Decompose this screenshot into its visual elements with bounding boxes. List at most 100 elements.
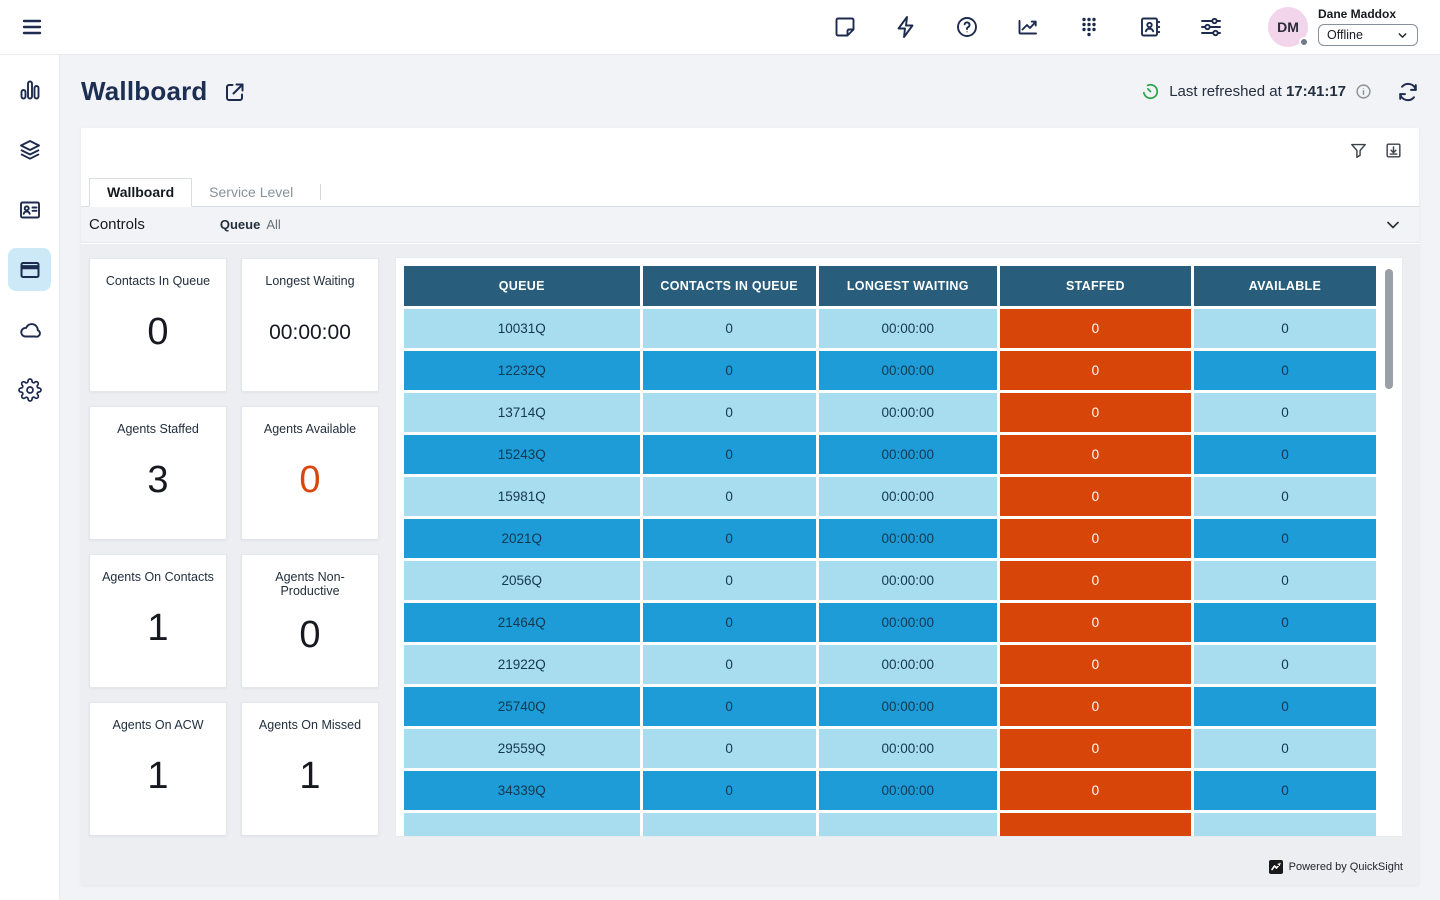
kpi-cards: Contacts In Queue0Longest Waiting00:00:0… (89, 258, 379, 885)
user-block: DM Dane Maddox Offline (1268, 7, 1418, 47)
table-cell: 0 (1000, 687, 1191, 726)
table-cell: 0 (643, 771, 816, 810)
auto-refresh-timer-icon (1141, 82, 1160, 101)
table-cell: 0 (1194, 687, 1376, 726)
table-cell: 0 (1000, 435, 1191, 474)
queue-name-cell: 34339Q (404, 771, 640, 810)
sidebar-item-contacts[interactable] (8, 188, 51, 231)
table-cell: 0 (1194, 351, 1376, 390)
external-link-icon[interactable] (223, 80, 247, 104)
note-icon[interactable] (833, 15, 857, 39)
table-cell: 00:00:00 (819, 519, 997, 558)
controls-collapse-chevron-icon[interactable] (1383, 215, 1403, 235)
table-cell: 0 (1194, 393, 1376, 432)
kpi-label: Agents On ACW (106, 718, 209, 732)
user-name: Dane Maddox (1318, 7, 1418, 21)
table-cell (643, 813, 816, 836)
kpi-label: Agents Available (258, 422, 362, 436)
kpi-card: Agents On ACW1 (89, 702, 227, 836)
queue-name-cell: 25740Q (404, 687, 640, 726)
queue-name-cell: 15981Q (404, 477, 640, 516)
queue-name-cell: 15243Q (404, 435, 640, 474)
queue-name-cell: 2021Q (404, 519, 640, 558)
cloud-icon (18, 318, 42, 342)
table-cell: 0 (1000, 309, 1191, 348)
status-select[interactable]: Offline (1318, 24, 1418, 46)
dialpad-icon[interactable] (1077, 15, 1101, 39)
filter-icon[interactable] (1349, 141, 1368, 160)
sidebar-item-cloud[interactable] (8, 308, 51, 351)
table-header-cell[interactable]: CONTACTS IN QUEUE (643, 266, 816, 306)
queue-filter[interactable]: Queue All (220, 217, 281, 232)
kpi-value: 1 (147, 584, 168, 687)
table-cell: 0 (1000, 351, 1191, 390)
avatar-initials: DM (1277, 19, 1299, 35)
queue-table: QUEUECONTACTS IN QUEUELONGEST WAITINGSTA… (404, 266, 1376, 836)
table-cell: 00:00:00 (819, 477, 997, 516)
table-header-cell[interactable]: AVAILABLE (1194, 266, 1376, 306)
table-cell: 0 (1000, 393, 1191, 432)
kpi-card: Agents Non-Productive0 (241, 554, 379, 688)
table-cell: 0 (1194, 309, 1376, 348)
page-header: Wallboard Last refreshed at 17:41:17 (60, 55, 1440, 128)
table-cell: 0 (1000, 477, 1191, 516)
sidebar-item-layers[interactable] (8, 128, 51, 171)
table-cell: 00:00:00 (819, 309, 997, 348)
table-cell: 0 (1000, 561, 1191, 600)
hamburger-menu-icon[interactable] (12, 7, 52, 47)
kpi-card: Longest Waiting00:00:00 (241, 258, 379, 392)
table-cell: 0 (643, 351, 816, 390)
avatar[interactable]: DM (1268, 7, 1308, 47)
chevron-down-icon (1396, 29, 1409, 42)
top-bar: DM Dane Maddox Offline (0, 0, 1440, 55)
sidebar-item-analytics[interactable] (8, 68, 51, 111)
queue-name-cell: 13714Q (404, 393, 640, 432)
contact-book-icon[interactable] (1138, 15, 1162, 39)
status-select-value: Offline (1327, 28, 1363, 42)
table-cell: 00:00:00 (819, 393, 997, 432)
lightning-icon[interactable] (894, 15, 918, 39)
table-header-cell[interactable]: QUEUE (404, 266, 640, 306)
table-cell: 0 (643, 561, 816, 600)
table-cell: 0 (1194, 729, 1376, 768)
kpi-value: 0 (147, 288, 168, 391)
queue-filter-label: Queue (220, 217, 260, 232)
table-cell: 0 (643, 519, 816, 558)
kpi-card: Agents On Missed1 (241, 702, 379, 836)
info-icon[interactable] (1355, 83, 1372, 100)
main-content: Wallboard Last refreshed at 17:41:17 Wa (60, 55, 1440, 900)
help-icon[interactable] (955, 15, 979, 39)
table-cell: 0 (643, 645, 816, 684)
table-scrollbar[interactable] (1385, 269, 1393, 389)
quicksight-footer: Powered by QuickSight (1269, 860, 1403, 874)
table-header-cell[interactable]: STAFFED (1000, 266, 1191, 306)
metrics-icon[interactable] (1016, 15, 1040, 39)
table-cell: 0 (643, 309, 816, 348)
kpi-value: 0 (299, 436, 320, 539)
kpi-label: Agents Non-Productive (242, 570, 378, 598)
id-card-icon (18, 198, 42, 222)
table-cell: 00:00:00 (819, 351, 997, 390)
controls-bar: Controls Queue All (81, 207, 1419, 243)
refresh-cluster: Last refreshed at 17:41:17 (1141, 81, 1419, 103)
table-cell: 00:00:00 (819, 645, 997, 684)
table-cell: 0 (1194, 645, 1376, 684)
sidebar-item-settings[interactable] (8, 368, 51, 411)
page-title: Wallboard (81, 76, 208, 107)
queue-name-cell: 21922Q (404, 645, 640, 684)
queue-name-cell: 2056Q (404, 561, 640, 600)
refresh-icon[interactable] (1397, 81, 1419, 103)
download-icon[interactable] (1384, 141, 1403, 160)
kpi-card: Agents Staffed3 (89, 406, 227, 540)
table-cell: 0 (1194, 561, 1376, 600)
tab-wallboard[interactable]: Wallboard (89, 178, 192, 207)
tab-service-level[interactable]: Service Level (192, 179, 310, 206)
table-header-cell[interactable]: LONGEST WAITING (819, 266, 997, 306)
table-cell: 0 (1000, 645, 1191, 684)
sliders-icon[interactable] (1199, 15, 1223, 39)
wallboard-window-icon (18, 258, 42, 282)
kpi-label: Agents On Missed (253, 718, 367, 732)
sidebar-item-wallboard[interactable] (8, 248, 51, 291)
table-cell: 00:00:00 (819, 561, 997, 600)
tab-strip: Wallboard Service Level (81, 178, 1419, 207)
